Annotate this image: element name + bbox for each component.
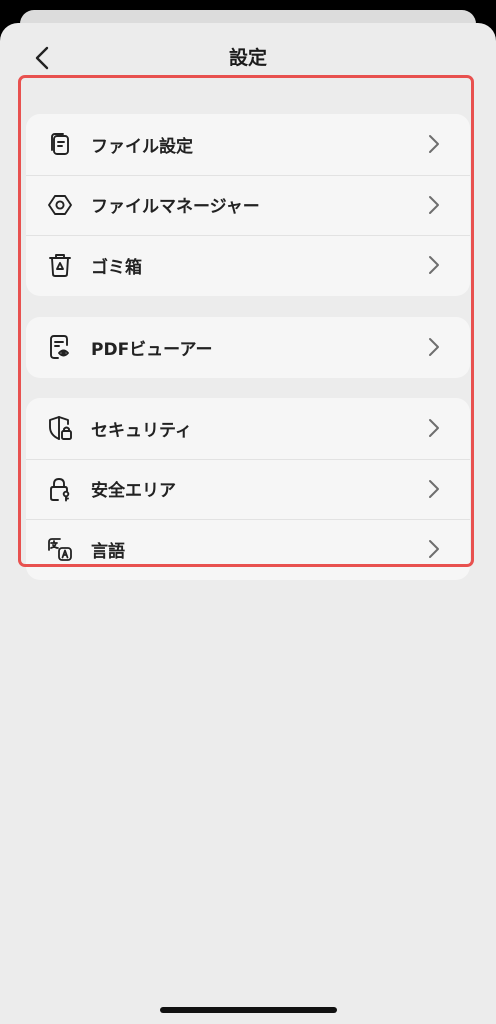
row-file-manager[interactable]: ファイルマネージャー (26, 174, 470, 236)
chevron-right-icon (428, 255, 442, 275)
row-label: 言語 (91, 541, 125, 562)
chevron-right-icon (428, 479, 442, 499)
chevron-right-icon (428, 134, 442, 154)
hexagon-icon (47, 192, 73, 218)
row-pdf-viewer[interactable]: PDFビューアー (26, 317, 470, 378)
trash-icon (47, 252, 73, 278)
chevron-right-icon (428, 539, 442, 559)
row-label: セキュリティ (91, 420, 192, 441)
chevron-right-icon (428, 195, 442, 215)
chevron-right-icon (428, 337, 442, 357)
row-label: ファイル設定 (91, 136, 193, 157)
row-language[interactable]: 言語 (26, 519, 470, 580)
row-label: PDFビューアー (91, 339, 213, 360)
chevron-right-icon (428, 418, 442, 438)
row-label: ゴミ箱 (91, 257, 142, 278)
document-eye-icon (47, 334, 73, 360)
page-title: 設定 (228, 47, 267, 69)
file-settings-icon (47, 131, 73, 157)
lock-key-icon (47, 476, 73, 502)
settings-group-security: セキュリティ 安全エリア 言語 (26, 398, 470, 580)
shield-lock-icon (47, 415, 73, 441)
translate-icon (47, 536, 73, 562)
row-label: ファイルマネージャー (91, 197, 260, 218)
row-trash[interactable]: ゴミ箱 (26, 235, 470, 296)
header: 設定 (0, 23, 496, 93)
settings-group-viewer: PDFビューアー (26, 317, 470, 378)
row-file-settings[interactable]: ファイル設定 (26, 114, 470, 175)
row-security[interactable]: セキュリティ (26, 398, 470, 459)
home-indicator[interactable] (160, 1007, 337, 1013)
row-safe-area[interactable]: 安全エリア (26, 458, 470, 520)
settings-group-files: ファイル設定 ファイルマネージャー ゴミ箱 (26, 114, 470, 296)
row-label: 安全エリア (91, 481, 176, 502)
